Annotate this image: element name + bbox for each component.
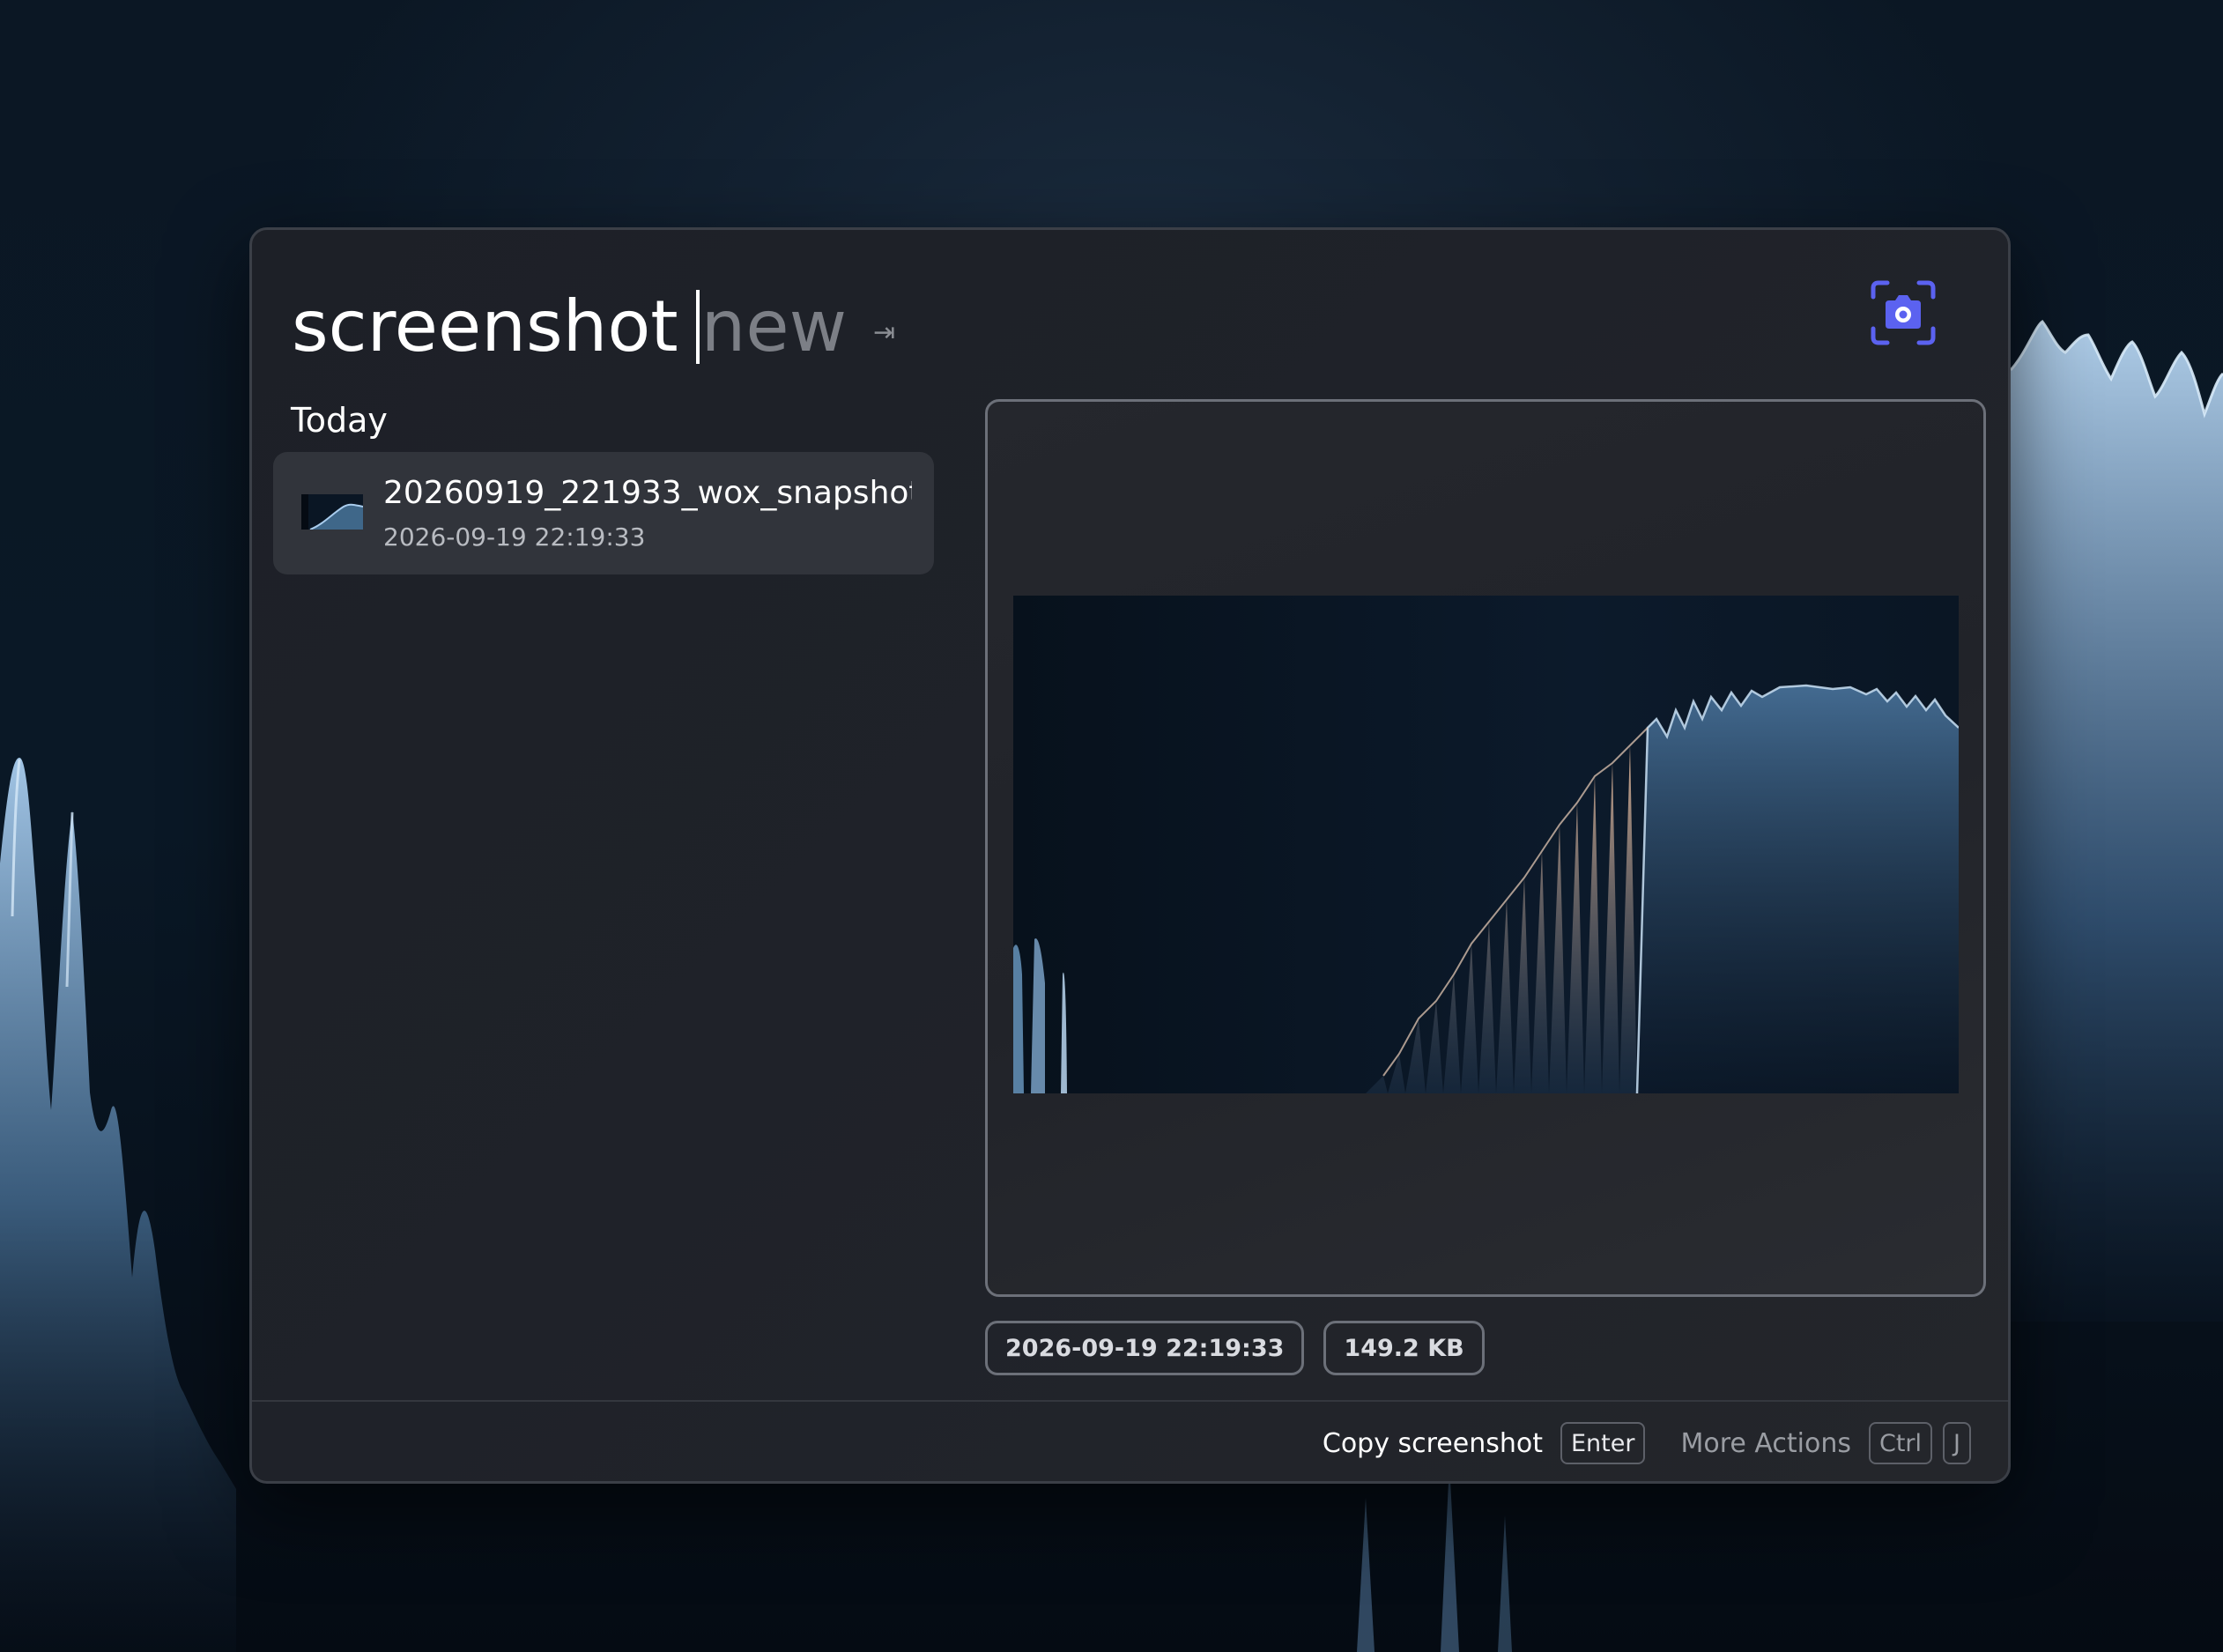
- result-subtitle: 2026-09-19 22:19:33: [383, 522, 646, 552]
- result-item-selected[interactable]: 20260919_221933_wox_snapshots. 2026-09-1…: [273, 452, 934, 574]
- text-caret: [695, 290, 700, 364]
- query-input-text[interactable]: screenshot: [292, 292, 678, 362]
- ctrl-key-hint: Ctrl: [1868, 1422, 1933, 1464]
- action-toolbar: Copy screenshot Enter More Actions Ctrl …: [252, 1400, 2008, 1481]
- j-key-hint: J: [1943, 1422, 1971, 1464]
- more-actions-label[interactable]: More Actions: [1680, 1428, 1851, 1459]
- preview-panel: [985, 399, 1986, 1297]
- result-group-header: Today: [291, 401, 388, 440]
- desktop-wallpaper: screenshot new ⇥ Today 20260919_221933_w…: [0, 0, 2223, 1652]
- camera-capture-icon[interactable]: [1870, 279, 1937, 346]
- metadata-tag-file-size: 149.2 KB: [1323, 1321, 1485, 1375]
- query-box[interactable]: screenshot new ⇥: [292, 274, 895, 380]
- screenshot-preview-image: [1013, 596, 1959, 1093]
- image-thumbnail-icon: [301, 494, 363, 530]
- query-autocomplete-suggestion[interactable]: new: [701, 292, 847, 362]
- tab-complete-icon: ⇥: [873, 316, 896, 348]
- result-title: 20260919_221933_wox_snapshots.: [383, 475, 912, 511]
- launcher-window: screenshot new ⇥ Today 20260919_221933_w…: [249, 227, 2011, 1484]
- preview-metadata-tags: 2026-09-19 22:19:33 149.2 KB: [985, 1321, 1485, 1375]
- metadata-tag-timestamp: 2026-09-19 22:19:33: [985, 1321, 1305, 1375]
- enter-key-hint: Enter: [1560, 1422, 1646, 1464]
- primary-action-label[interactable]: Copy screenshot: [1323, 1428, 1543, 1459]
